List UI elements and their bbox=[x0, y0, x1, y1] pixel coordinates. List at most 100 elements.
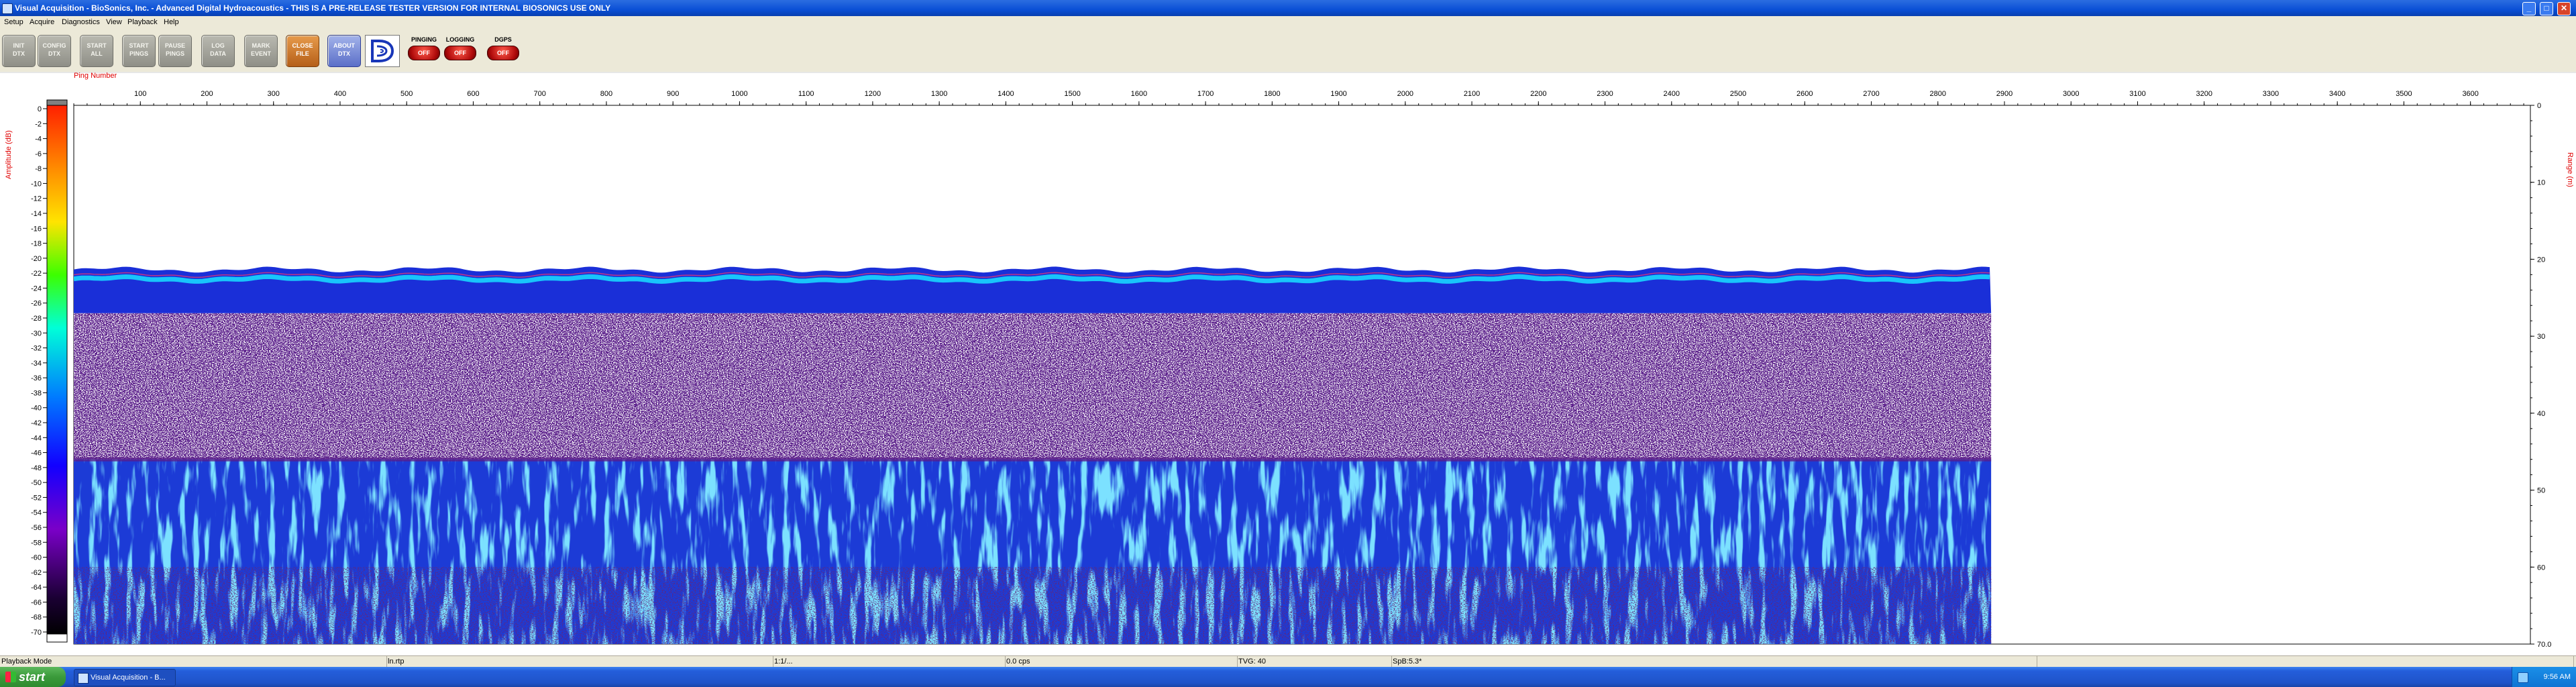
amplitude-colorbar bbox=[46, 105, 68, 636]
amplitude-tick-label: -30 bbox=[31, 329, 42, 337]
echogram-svg[interactable]: Ping Number Amplitude (dB) Range (m) 100… bbox=[0, 72, 2576, 655]
pinging-indicator: PINGING OFF bbox=[407, 35, 441, 67]
amplitude-tick-label: -36 bbox=[31, 374, 42, 382]
range-tick-label: 30 bbox=[2537, 333, 2545, 341]
start-button[interactable]: start bbox=[0, 667, 66, 687]
ping-tick-label: 400 bbox=[334, 90, 346, 98]
ping-tick-label: 600 bbox=[467, 90, 479, 98]
amplitude-tick-label: -8 bbox=[35, 165, 42, 173]
init-dtx-button[interactable]: INIT DTX bbox=[2, 35, 36, 67]
range-tick-label: 10 bbox=[2537, 179, 2545, 187]
range-axis: 0 10 20 30 40 50 60 70.0 bbox=[2530, 102, 2551, 649]
amplitude-tick-label: -48 bbox=[31, 464, 42, 472]
pinging-led: OFF bbox=[408, 46, 440, 60]
amplitude-tick-label: -62 bbox=[31, 569, 42, 577]
ping-tick-label: 3100 bbox=[2129, 90, 2145, 98]
ping-tick-label: 1600 bbox=[1131, 90, 1147, 98]
maximize-button[interactable]: □ bbox=[2540, 2, 2553, 15]
amplitude-tick-label: -34 bbox=[31, 360, 42, 368]
amplitude-tick-label: -14 bbox=[31, 210, 42, 218]
range-tick-label: 70.0 bbox=[2537, 641, 2551, 649]
amplitude-axis-title: Amplitude (dB) bbox=[5, 130, 13, 179]
start-all-button[interactable]: START ALL bbox=[80, 35, 113, 67]
ping-tick-label: 900 bbox=[667, 90, 679, 98]
ping-tick-label: 800 bbox=[600, 90, 612, 98]
amplitude-tick-label: -44 bbox=[31, 434, 42, 442]
taskbar-item-visual-acquisition[interactable]: Visual Acquisition - B... bbox=[74, 669, 176, 686]
ping-tick-label: 3200 bbox=[2196, 90, 2212, 98]
close-file-button[interactable]: CLOSE FILE bbox=[286, 35, 319, 67]
close-window-button[interactable]: ✕ bbox=[2557, 2, 2571, 15]
menu-playback[interactable]: Playback bbox=[127, 18, 158, 26]
ping-tick-label: 700 bbox=[534, 90, 546, 98]
config-dtx-button[interactable]: CONFIG DTX bbox=[38, 35, 71, 67]
amplitude-tick-label: -54 bbox=[31, 509, 42, 517]
amplitude-tick-label: -6 bbox=[35, 150, 42, 158]
window-title: Visual Acquisition - BioSonics, Inc. - A… bbox=[15, 3, 611, 13]
ping-tick-label: 2400 bbox=[1664, 90, 1680, 98]
menu-bar: Setup Acquire Diagnostics View Playback … bbox=[0, 16, 2576, 29]
range-tick-label: 40 bbox=[2537, 410, 2545, 418]
system-tray: 9:56 AM bbox=[2512, 667, 2576, 687]
logging-indicator: LOGGING OFF bbox=[443, 35, 478, 67]
about-dtx-button[interactable]: ABOUT DTX bbox=[327, 35, 361, 67]
status-ratio: 1:1/... bbox=[774, 656, 1006, 667]
range-tick-label: 20 bbox=[2537, 256, 2545, 264]
dgps-indicator: DGPS OFF bbox=[486, 35, 521, 67]
ping-tick-label: 2100 bbox=[1464, 90, 1480, 98]
amplitude-tick-label: 0 bbox=[38, 105, 42, 113]
amplitude-tick-label: -66 bbox=[31, 598, 42, 606]
start-pings-button[interactable]: START PINGS bbox=[122, 35, 156, 67]
mark-event-button[interactable]: MARK EVENT bbox=[244, 35, 278, 67]
biosonics-logo-icon bbox=[371, 40, 394, 62]
menu-diagnostics[interactable]: Diagnostics bbox=[62, 18, 100, 26]
logging-led: OFF bbox=[444, 46, 476, 60]
ping-tick-label: 1900 bbox=[1330, 90, 1346, 98]
ping-tick-label: 2200 bbox=[1530, 90, 1546, 98]
amplitude-tick-label: -52 bbox=[31, 494, 42, 502]
ping-tick-label: 1100 bbox=[798, 90, 814, 98]
biosonics-logo bbox=[365, 35, 400, 67]
colorbar-cap bbox=[46, 99, 68, 106]
status-rate: 0.0 cps bbox=[1006, 656, 1238, 667]
amplitude-tick-label: -42 bbox=[31, 419, 42, 427]
log-data-button[interactable]: LOG DATA bbox=[201, 35, 235, 67]
ping-tick-label: 2000 bbox=[1397, 90, 1413, 98]
ping-tick-label: 2300 bbox=[1597, 90, 1613, 98]
amplitude-tick-label: -10 bbox=[31, 180, 42, 188]
status-mode: Playback Mode bbox=[1, 656, 387, 667]
ping-tick-label: 200 bbox=[201, 90, 213, 98]
amplitude-tick-label: -40 bbox=[31, 405, 42, 413]
title-bar: Visual Acquisition - BioSonics, Inc. - A… bbox=[0, 0, 2576, 16]
ping-tick-label: 2600 bbox=[1796, 90, 1813, 98]
pause-pings-button[interactable]: PAUSE PINGS bbox=[158, 35, 192, 67]
minimize-button[interactable]: _ bbox=[2522, 2, 2536, 15]
clock: 9:56 AM bbox=[2543, 673, 2571, 681]
ping-tick-label: 1800 bbox=[1264, 90, 1280, 98]
ping-tick-label: 1400 bbox=[998, 90, 1014, 98]
menu-view[interactable]: View bbox=[106, 18, 122, 26]
echogram-panel[interactable]: Ping Number Amplitude (dB) Range (m) 100… bbox=[0, 72, 2576, 655]
amplitude-tick-label: -2 bbox=[35, 120, 42, 128]
ping-tick-label: 1700 bbox=[1197, 90, 1214, 98]
ping-tick-label: 3500 bbox=[2396, 90, 2412, 98]
menu-acquire[interactable]: Acquire bbox=[30, 18, 54, 26]
ping-tick-label: 1200 bbox=[865, 90, 881, 98]
amplitude-tick-label: -26 bbox=[31, 300, 42, 308]
amplitude-tick-label: -20 bbox=[31, 255, 42, 263]
amplitude-tick-label: -28 bbox=[31, 315, 42, 323]
ping-tick-label: 1300 bbox=[931, 90, 947, 98]
ping-axis: 100 200 300 400 500 600 700 800 900 1000 1100 1200 1… bbox=[73, 90, 2524, 105]
ping-tick-label: 2800 bbox=[1930, 90, 1946, 98]
range-axis-title: Range (m) bbox=[2566, 152, 2574, 187]
range-tick-label: 50 bbox=[2537, 487, 2545, 495]
amplitude-tick-label: -18 bbox=[31, 240, 42, 248]
scatter-speckle bbox=[74, 313, 1992, 460]
amplitude-tick-label: -4 bbox=[35, 136, 42, 144]
range-tick-label: 0 bbox=[2537, 102, 2541, 110]
amplitude-tick-label: -32 bbox=[31, 345, 42, 353]
menu-setup[interactable]: Setup bbox=[4, 18, 23, 26]
ping-tick-label: 3000 bbox=[2063, 90, 2079, 98]
ping-tick-label: 2900 bbox=[1996, 90, 2012, 98]
menu-help[interactable]: Help bbox=[164, 18, 179, 26]
